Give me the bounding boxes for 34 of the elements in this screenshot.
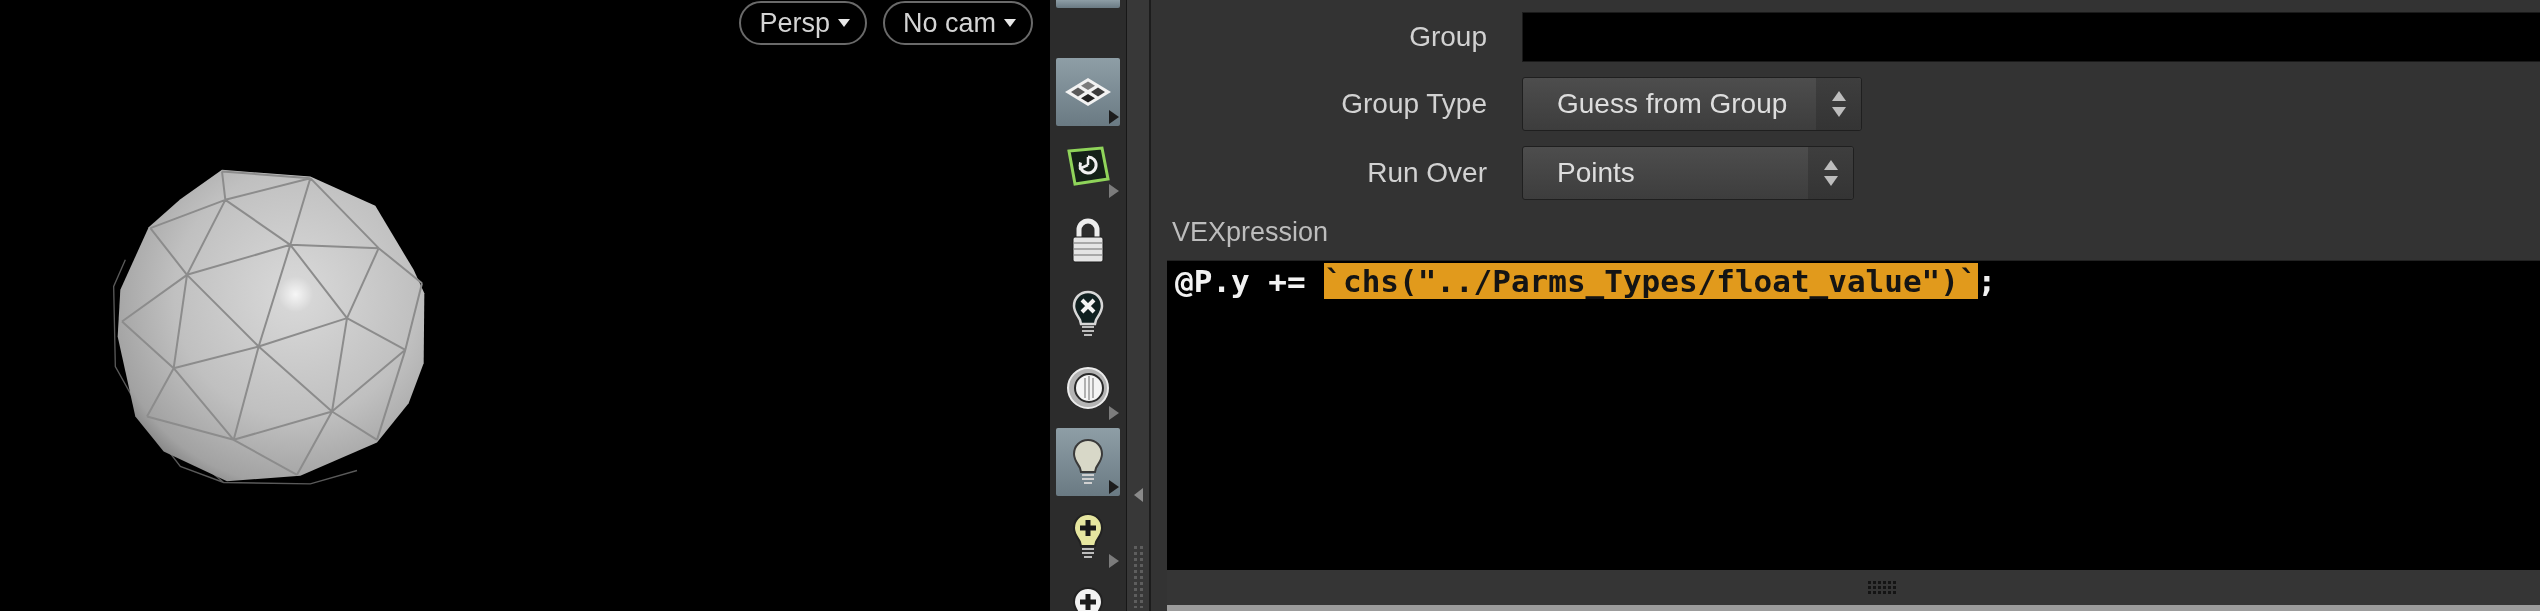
- tool-button[interactable]: [1056, 428, 1120, 496]
- caret-icon: [1004, 19, 1016, 27]
- section-label: VEXpression: [1171, 216, 1330, 248]
- dropdown-menu[interactable]: Guess from Group: [1522, 77, 1863, 131]
- text-field[interactable]: [1522, 12, 2540, 62]
- bulb-plus-icon: [1072, 512, 1104, 560]
- menu-button[interactable]: Persp: [739, 1, 867, 45]
- parameter-label: Group Type: [1341, 88, 1487, 120]
- flyout-arrow-icon: [1109, 184, 1119, 198]
- code-text: `chs("../Parms_Types/float_value")`: [1324, 263, 1978, 299]
- code-text: ;: [1977, 263, 1997, 299]
- knob-icon: [1066, 366, 1110, 410]
- menu-button[interactable]: No cam: [882, 1, 1033, 45]
- grip-icon: [1132, 544, 1144, 608]
- code-text: @P.y +=: [1175, 263, 1307, 299]
- lock-icon: [1071, 217, 1105, 263]
- flyout-arrow-icon: [1109, 554, 1119, 568]
- plane-spiral-icon: [1066, 146, 1110, 186]
- flyout-arrow-icon: [1109, 406, 1119, 420]
- code-editor[interactable]: @P.y += `chs("../Parms_Types/float_value")`;: [1167, 260, 2540, 570]
- caret-icon: [837, 19, 850, 27]
- grip-icon: [1867, 581, 1896, 594]
- grid-icon: [1064, 77, 1112, 107]
- flyout-arrow-icon: [1109, 110, 1119, 124]
- flyout-arrow-icon: [1109, 480, 1119, 494]
- dropdown-menu[interactable]: Points: [1522, 146, 1854, 200]
- updown-arrows-icon: [1808, 147, 1853, 199]
- collapse-arrow-icon: [1133, 488, 1143, 502]
- parameter-label: Group: [1409, 21, 1487, 53]
- tool-button[interactable]: [1056, 58, 1120, 126]
- updown-arrows-icon: [1816, 78, 1862, 130]
- bulb-cross-icon: [1072, 290, 1104, 338]
- bulb-icon: [1072, 438, 1104, 486]
- parameter-label: Run Over: [1367, 157, 1487, 189]
